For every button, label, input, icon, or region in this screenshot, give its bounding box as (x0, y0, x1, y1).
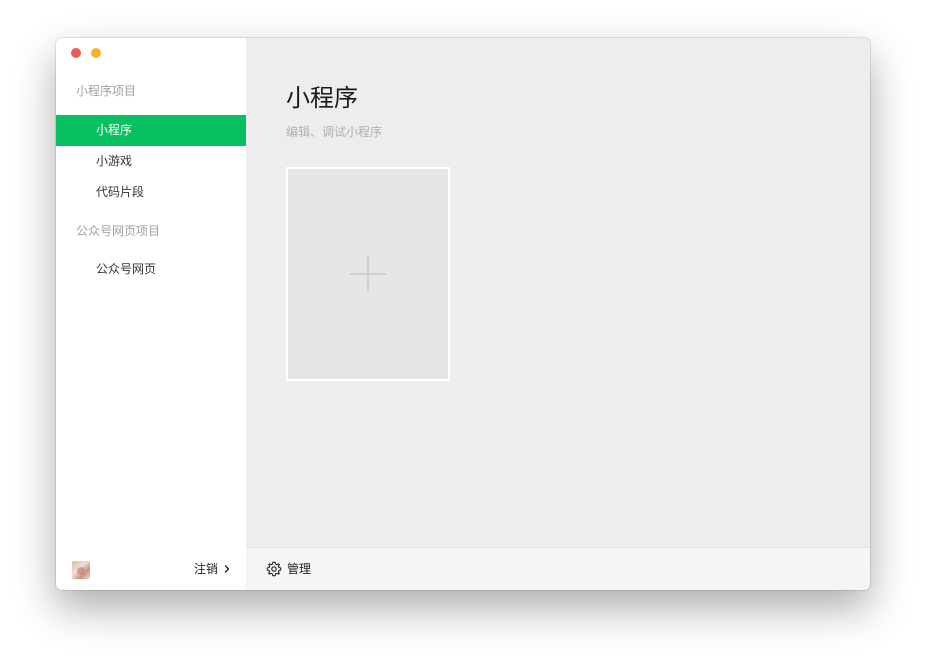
app-window: 小程序项目 小程序 小游戏 代码片段 公众号网页项目 公众号网页 注销 小程序 … (56, 38, 870, 590)
sidebar-item-label: 代码片段 (96, 185, 145, 199)
section-title-official-account-projects: 公众号网页项目 (76, 224, 161, 238)
chevron-right-icon (224, 564, 230, 573)
page-subtitle: 编辑、调试小程序 (286, 125, 383, 139)
manage-button[interactable]: 管理 (266, 560, 311, 577)
sidebar: 小程序项目 小程序 小游戏 代码片段 公众号网页项目 公众号网页 注销 (56, 38, 246, 590)
gear-icon (266, 561, 282, 576)
sidebar-footer: 注销 (56, 548, 246, 590)
plus-icon (350, 256, 386, 292)
logout-button[interactable]: 注销 (194, 560, 230, 577)
sidebar-item-code-snippet[interactable]: 代码片段 (56, 177, 246, 208)
sidebar-item-label: 公众号网页 (96, 262, 157, 276)
window-minimize-button[interactable] (91, 48, 101, 58)
main-footer: 管理 (246, 547, 870, 590)
sidebar-item-label: 小游戏 (96, 154, 133, 168)
manage-label: 管理 (287, 562, 312, 576)
sidebar-item-official-account-web[interactable]: 公众号网页 (56, 254, 246, 285)
sidebar-item-miniprogram[interactable]: 小程序 (56, 115, 246, 146)
main-panel: 小程序 编辑、调试小程序 管理 (246, 38, 870, 590)
window-close-button[interactable] (71, 48, 81, 58)
page-title: 小程序 (286, 84, 358, 112)
sidebar-item-label: 小程序 (96, 123, 133, 137)
logout-label: 注销 (193, 562, 218, 576)
add-project-button[interactable] (286, 167, 450, 381)
sidebar-item-minigame[interactable]: 小游戏 (56, 146, 246, 177)
section-title-miniprogram-projects: 小程序项目 (76, 84, 137, 98)
avatar[interactable] (72, 561, 90, 579)
